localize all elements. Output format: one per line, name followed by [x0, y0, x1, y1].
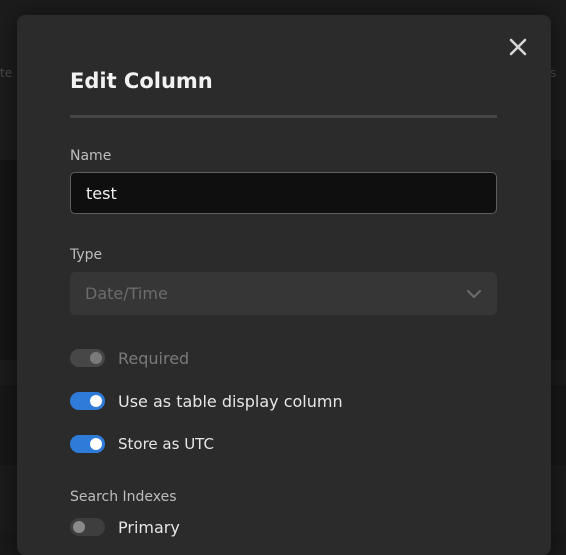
background-text-left: te — [0, 66, 13, 80]
title-divider — [70, 115, 497, 118]
required-toggle-row: Required — [70, 348, 189, 368]
primary-index-label: Primary — [118, 517, 180, 537]
primary-index-toggle[interactable] — [70, 518, 105, 536]
store-utc-label: Store as UTC — [118, 435, 214, 453]
primary-index-toggle-row: Primary — [70, 517, 180, 537]
display-column-toggle[interactable] — [70, 392, 105, 410]
required-label: Required — [118, 348, 190, 368]
close-button[interactable] — [507, 36, 529, 58]
dialog-title: Edit Column — [70, 69, 213, 93]
type-label: Type — [70, 247, 103, 263]
type-select-value: Date/Time — [85, 284, 168, 303]
name-input[interactable] — [70, 172, 497, 214]
required-toggle — [70, 349, 105, 367]
close-icon — [509, 38, 527, 56]
type-select[interactable]: Date/Time — [70, 272, 497, 315]
display-column-label: Use as table display column — [118, 391, 343, 411]
store-utc-toggle-row: Store as UTC — [70, 434, 214, 454]
display-column-toggle-row: Use as table display column — [70, 391, 343, 411]
store-utc-toggle[interactable] — [70, 435, 105, 453]
name-label: Name — [70, 148, 112, 164]
search-indexes-label: Search Indexes — [70, 489, 177, 505]
chevron-down-icon — [467, 289, 481, 298]
edit-column-dialog: Edit Column Name Type Date/Time Required… — [17, 15, 551, 555]
